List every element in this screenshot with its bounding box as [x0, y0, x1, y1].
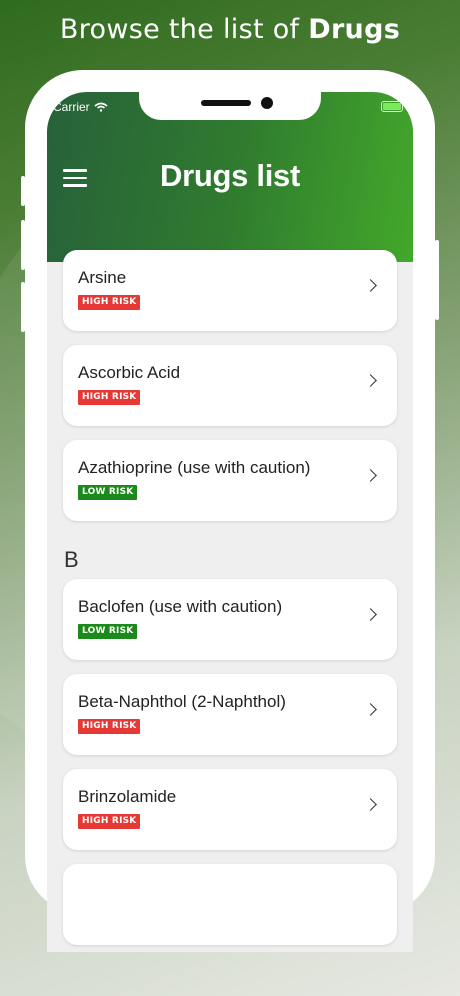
- chevron-right-icon: [364, 469, 377, 482]
- risk-badge: HIGH RISK: [78, 390, 141, 405]
- risk-badge: LOW RISK: [78, 624, 138, 639]
- battery-icon: [381, 101, 403, 112]
- phone-side-button: [21, 176, 25, 206]
- chevron-right-icon: [364, 798, 377, 811]
- promo-prefix: Browse the list of: [59, 14, 309, 45]
- promo-headline: Browse the list of Drugs: [0, 14, 460, 45]
- phone-frame: Carrier Drugs list Arsine HIGH RISK Asco…: [21, 70, 439, 952]
- wifi-icon: [94, 102, 108, 112]
- risk-badge: LOW RISK: [78, 485, 138, 500]
- drug-name: Brinzolamide: [78, 787, 177, 806]
- camera-icon: [261, 97, 273, 109]
- chevron-right-icon: [364, 703, 377, 716]
- drug-card[interactable]: Brinzolamide HIGH RISK: [63, 769, 397, 850]
- chevron-right-icon: [364, 279, 377, 292]
- drug-name: Baclofen (use with caution): [78, 597, 283, 616]
- app-screen: Carrier Drugs list Arsine HIGH RISK Asco…: [47, 92, 413, 952]
- app-header: Carrier Drugs list: [47, 92, 413, 262]
- phone-power-button: [435, 240, 439, 320]
- drug-card[interactable]: Baclofen (use with caution) LOW RISK: [63, 579, 397, 660]
- risk-badge: HIGH RISK: [78, 719, 141, 734]
- page-title: Drugs list: [160, 158, 300, 193]
- status-carrier: Carrier: [53, 100, 108, 114]
- chevron-right-icon: [364, 374, 377, 387]
- risk-badge: HIGH RISK: [78, 295, 141, 310]
- drug-name: Beta-Naphthol (2-Naphthol): [78, 692, 286, 711]
- promo-emphasis: Drugs: [308, 14, 401, 45]
- phone-volume-down: [21, 282, 25, 332]
- drug-name: Azathioprine (use with caution): [78, 458, 311, 477]
- risk-badge: HIGH RISK: [78, 814, 141, 829]
- drug-card[interactable]: Arsine HIGH RISK: [63, 250, 397, 331]
- carrier-label: Carrier: [53, 100, 90, 114]
- section-header-b: B: [64, 547, 79, 572]
- speaker-grille: [201, 100, 251, 106]
- drug-list[interactable]: Arsine HIGH RISK Ascorbic Acid HIGH RISK…: [47, 250, 413, 952]
- chevron-right-icon: [364, 608, 377, 621]
- drug-card[interactable]: Azathioprine (use with caution) LOW RISK: [63, 440, 397, 521]
- drug-name: Ascorbic Acid: [78, 363, 181, 382]
- drug-card[interactable]: Beta-Naphthol (2-Naphthol) HIGH RISK: [63, 674, 397, 755]
- drug-card-partial[interactable]: [63, 864, 397, 945]
- drug-name: Arsine: [78, 268, 127, 287]
- drug-card[interactable]: Ascorbic Acid HIGH RISK: [63, 345, 397, 426]
- phone-volume-up: [21, 220, 25, 270]
- phone-notch: [139, 92, 321, 120]
